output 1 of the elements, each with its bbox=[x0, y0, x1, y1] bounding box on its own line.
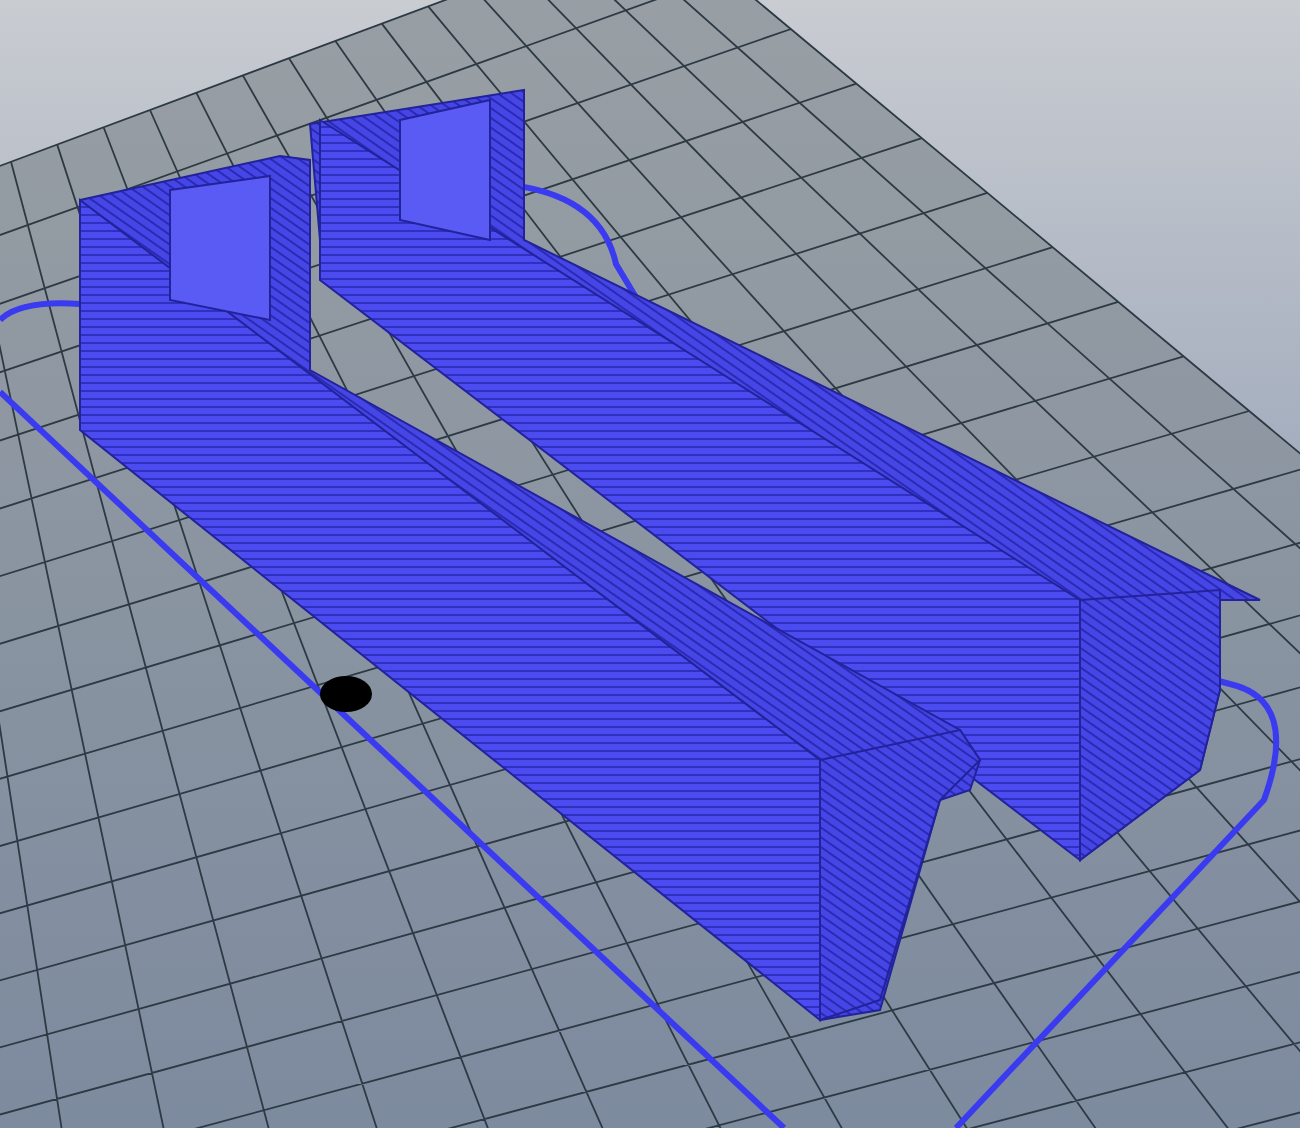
origin-marker-icon bbox=[320, 676, 372, 712]
